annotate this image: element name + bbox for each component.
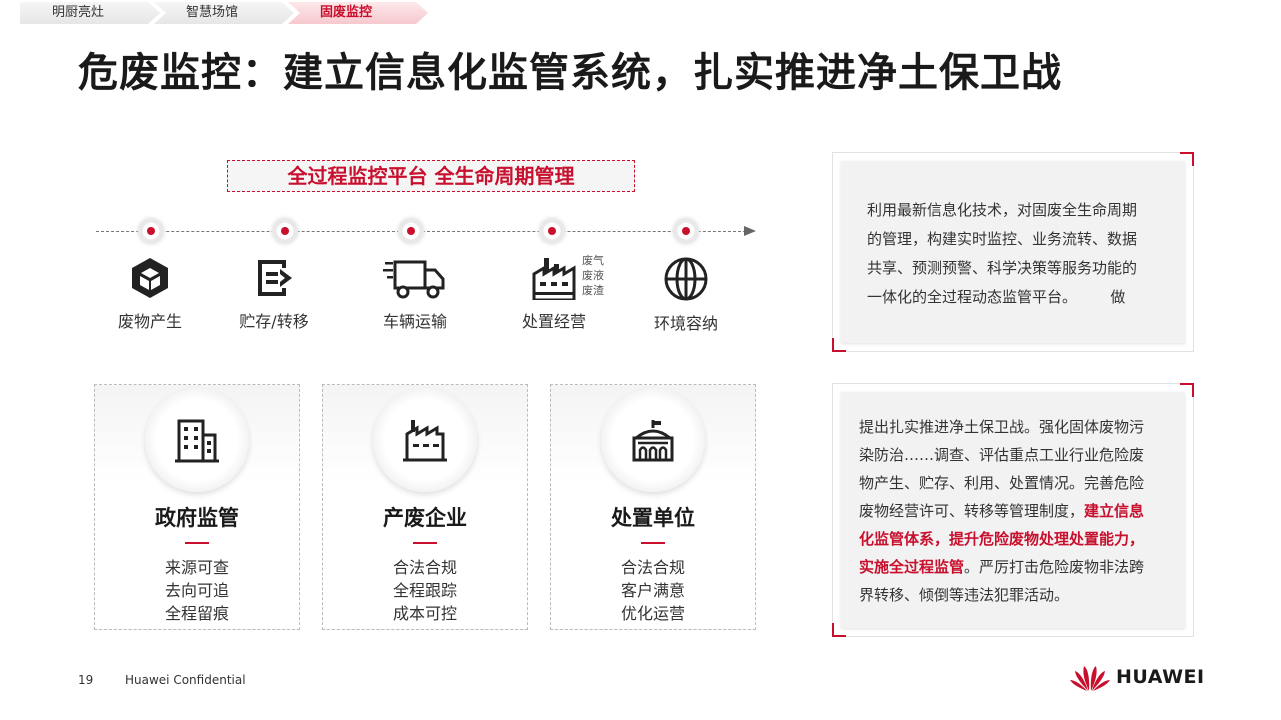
stage-environment-capacity: 环境容纳 (626, 256, 746, 334)
breadcrumb-item-solid-waste[interactable]: 固废监控 (288, 2, 428, 24)
globe-icon (664, 257, 708, 301)
platform-banner: 全过程监控平台 全生命周期管理 (227, 160, 635, 192)
policy-description-panel: 提出扎实推进净土保卫战。强化固体废物污 染防治……调查、评估重点工业行业危险废 … (832, 383, 1194, 637)
confidential-label: Huawei Confidential (125, 673, 246, 687)
factory-icon (403, 420, 447, 462)
card-waste-producing-enterprise: 产废企业 合法合规 全程跟踪 成本可控 (322, 384, 528, 630)
emissions-list: 废气 废液 废渣 (582, 253, 604, 298)
card-disposal-unit: 处置单位 合法合规 客户满意 优化运营 (550, 384, 756, 630)
card-title: 处置单位 (611, 506, 695, 530)
card-title: 政府监管 (155, 506, 239, 530)
corner-accent (1180, 152, 1194, 166)
emission-liquid: 废液 (582, 269, 604, 282)
breadcrumb: 明厨亮灶 智慧场馆 固废监控 (20, 2, 422, 24)
panel-text: 利用最新信息化技术，对固废全生命周期 的管理，构建实时监控、业务流转、数据 共享… (867, 196, 1137, 312)
stage-label: 废物产生 (117, 312, 182, 331)
panel-line: 物产生、贮存、利用、处置情况。完善危险 (859, 474, 1145, 492)
stage-label: 贮存/转移 (239, 312, 309, 331)
card-line: 全程留痕 (164, 604, 229, 623)
card-divider (413, 542, 437, 544)
card-line: 客户满意 (620, 581, 685, 600)
corner-accent (1180, 383, 1194, 397)
government-building-icon (175, 419, 219, 463)
panel-text-highlight: 化监管体系，提升危险废物处理处置能力， (859, 530, 1145, 548)
card-divider (641, 542, 665, 544)
panel-text: 提出扎实推进净土保卫战。强化固体废物污 染防治……调查、评估重点工业行业危险废 … (859, 413, 1144, 609)
breadcrumb-label: 固废监控 (320, 5, 373, 20)
card-line: 成本可控 (392, 604, 457, 623)
page-title: 危废监控：建立信息化监管系统，扎实推进净土保卫战 (78, 50, 1062, 96)
card-icon-circle (373, 388, 477, 492)
card-line: 去向可追 (164, 581, 229, 600)
timeline-node (272, 218, 298, 244)
panel-line: 共享、预测预警、科学决策等服务功能的 (867, 259, 1138, 277)
card-line: 合法合规 (620, 558, 685, 577)
huawei-logo: HUAWEI (1070, 662, 1205, 692)
panel-text-highlight: 实施全过程监管 (859, 558, 965, 576)
export-icon (258, 260, 292, 296)
card-title: 产废企业 (383, 506, 467, 530)
breadcrumb-item-kitchen[interactable]: 明厨亮灶 (20, 2, 160, 24)
panel-line: 利用最新信息化技术，对固废全生命周期 (867, 201, 1138, 219)
card-line: 优化运营 (620, 604, 685, 623)
huawei-flower-icon (1070, 666, 1110, 691)
factory-icon (532, 258, 576, 300)
timeline-node (539, 218, 565, 244)
panel-line: 一体化的全过程动态监管平台。 做 (867, 288, 1126, 306)
card-icon-circle (601, 388, 705, 492)
box-icon (132, 258, 168, 298)
timeline-node (138, 218, 164, 244)
timeline-arrow-icon (744, 226, 756, 236)
timeline-node (398, 218, 424, 244)
page-number: 19 (78, 673, 94, 687)
card-line: 全程跟踪 (392, 581, 457, 600)
panel-line: 提出扎实推进净土保卫战。强化固体废物污 (859, 418, 1145, 436)
stage-storage-transfer: 贮存/转移 (214, 256, 334, 332)
corner-accent (832, 338, 846, 352)
stage-waste-generation: 废物产生 (90, 256, 210, 332)
emission-residue: 废渣 (582, 284, 604, 297)
card-line: 合法合规 (392, 558, 457, 577)
platform-description-panel: 利用最新信息化技术，对固废全生命周期 的管理，构建实时监控、业务流转、数据 共享… (832, 152, 1194, 352)
corner-accent (832, 623, 846, 637)
card-government-supervision: 政府监管 来源可查 去向可追 全程留痕 (94, 384, 300, 630)
timeline-node (673, 218, 699, 244)
panel-text-normal: 。严厉打击危险废物非法跨 (964, 558, 1145, 576)
card-icon-circle (145, 388, 249, 492)
stage-label: 环境容纳 (653, 314, 718, 333)
panel-text-highlight: 建立信息 (1084, 502, 1145, 520)
panel-text-normal: 废物经营许可、转移等管理制度， (859, 502, 1085, 520)
truck-icon (383, 260, 445, 299)
disposal-facility-icon (632, 420, 674, 462)
card-divider (185, 542, 209, 544)
breadcrumb-label: 智慧场馆 (186, 5, 239, 20)
stage-label: 车辆运输 (382, 312, 447, 331)
stage-label: 处置经营 (521, 312, 586, 331)
emission-gas: 废气 (582, 254, 604, 267)
panel-line: 的管理，构建实时监控、业务流转、数据 (867, 230, 1138, 248)
panel-line: 实施全过程监管。严厉打击危险废物非法跨 (859, 553, 1144, 581)
breadcrumb-item-venue[interactable]: 智慧场馆 (154, 2, 294, 24)
breadcrumb-label: 明厨亮灶 (52, 5, 105, 20)
stage-vehicle-transport: 车辆运输 (355, 256, 475, 332)
logo-text: HUAWEI (1116, 666, 1205, 688)
panel-line: 染防治……调查、评估重点工业行业危险废 (859, 446, 1145, 464)
card-line: 来源可查 (164, 558, 229, 577)
panel-line: 界转移、倾倒等违法犯罪活动。 (859, 586, 1070, 604)
panel-line: 废物经营许可、转移等管理制度，建立信息 (859, 497, 1144, 525)
